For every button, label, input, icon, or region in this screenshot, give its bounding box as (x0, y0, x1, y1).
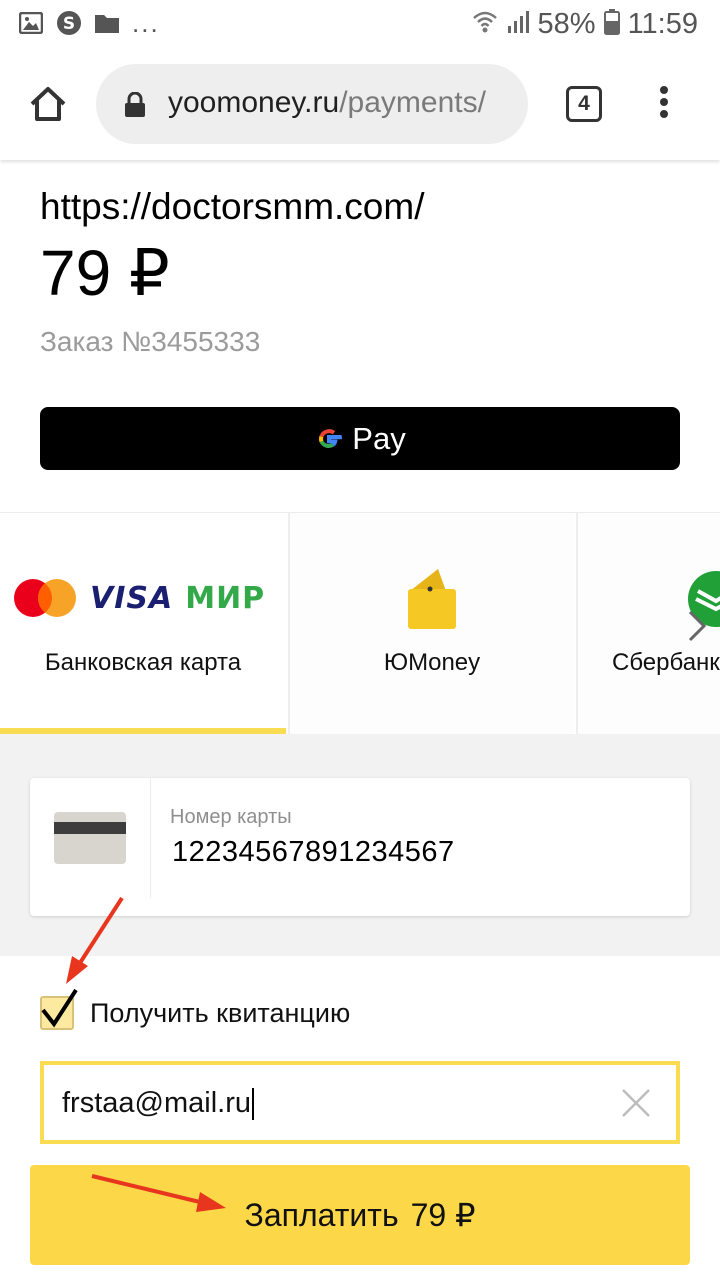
home-button[interactable] (26, 82, 70, 126)
notification-icons: S ... (18, 10, 160, 36)
battery-percent: 58% (537, 8, 596, 40)
status-bar: S ... 58% 11:59 (0, 0, 720, 50)
card-number-label: Номер карты (170, 806, 292, 828)
browser-menu-button[interactable] (656, 86, 672, 126)
menu-dot (660, 86, 668, 94)
card-brand-logos: VISA МИР (12, 577, 265, 619)
google-pay-label: Pay (352, 420, 406, 456)
image-icon (18, 10, 44, 36)
wifi-icon (472, 10, 498, 39)
signal-icon (506, 10, 530, 39)
receipt-label[interactable]: Получить квитанцию (90, 998, 350, 1029)
method-label: Банковская карта (44, 649, 242, 676)
mir-logo: МИР (185, 580, 266, 616)
pay-button-amount: 79 ₽ (410, 1197, 476, 1233)
url-path: /payments/ (339, 86, 486, 119)
menu-dot (660, 110, 668, 118)
card-section: Номер карты 12234567891234567 (0, 734, 720, 956)
text-caret (251, 1088, 254, 1121)
home-icon (30, 87, 66, 121)
folder-icon (94, 10, 120, 36)
method-label: Сбербанк (612, 649, 720, 676)
wallet-icon (408, 569, 456, 629)
url-host: yoomoney.ru (168, 86, 340, 119)
method-label: ЮMoney (383, 649, 481, 676)
pay-button-label: Заплатить (244, 1196, 399, 1233)
google-g-icon (319, 428, 343, 448)
battery-icon (603, 9, 620, 40)
address-bar[interactable]: yoomoney.ru/payments/ (96, 64, 528, 144)
visa-logo: VISA (90, 580, 174, 616)
menu-dot (660, 98, 668, 106)
chevron-right-icon[interactable] (686, 608, 708, 644)
clear-icon[interactable] (620, 1087, 652, 1119)
checkmark-icon (41, 988, 78, 1028)
browser-toolbar: yoomoney.ru/payments/ 4 (0, 50, 720, 160)
payment-amount: 79 ₽ (40, 237, 170, 309)
url-text: yoomoney.ru/payments/ (168, 86, 486, 120)
credit-card-icon (54, 812, 126, 864)
skype-icon: S (56, 10, 82, 36)
tab-switcher-button[interactable]: 4 (566, 86, 602, 122)
order-number: Заказ №3455333 (40, 326, 261, 357)
divider (150, 778, 151, 898)
more-notifications: ... (132, 8, 160, 38)
pay-button[interactable]: Заплатить 79 ₽ (30, 1165, 690, 1265)
card-number-field[interactable]: Номер карты 12234567891234567 (30, 778, 690, 916)
svg-text:S: S (63, 14, 75, 34)
email-text: frstaa@mail.ru (62, 1087, 251, 1119)
mastercard-logo (14, 579, 76, 617)
card-number-value: 12234567891234567 (172, 836, 455, 868)
email-input[interactable]: frstaa@mail.ru (40, 1061, 680, 1144)
method-bank-card[interactable]: VISA МИР Банковская карта (0, 513, 286, 735)
email-value: frstaa@mail.ru (62, 1087, 254, 1121)
lock-icon (125, 92, 145, 117)
merchant-url: https://doctorsmm.com/ (40, 186, 425, 227)
system-icons: 58% 11:59 (472, 8, 698, 41)
clock: 11:59 (627, 8, 698, 40)
method-yoomoney[interactable]: ЮMoney (288, 513, 574, 735)
payment-methods: VISA МИР Банковская карта ЮMoney Сбербан… (0, 512, 720, 735)
google-pay-button[interactable]: Pay (40, 407, 680, 470)
